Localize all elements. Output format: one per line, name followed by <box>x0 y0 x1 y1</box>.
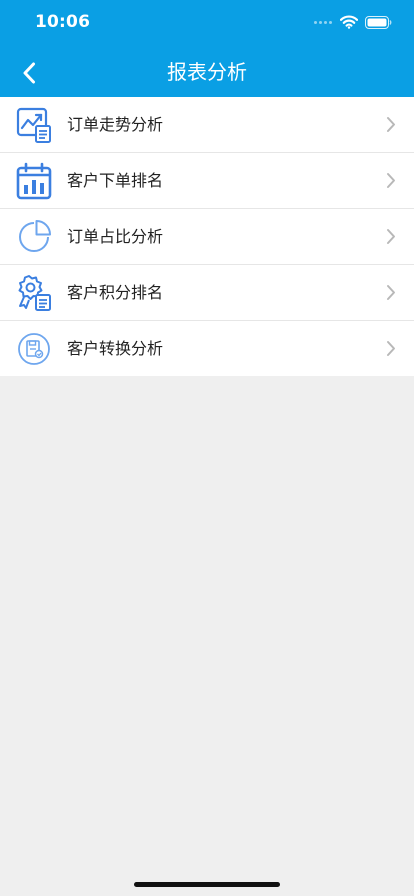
menu-item-customer-conversion[interactable]: 客户转换分析 <box>0 321 414 376</box>
menu-item-label: 客户下单排名 <box>67 171 164 190</box>
menu-item-customer-points-rank[interactable]: 客户积分排名 <box>0 265 414 321</box>
chevron-right-icon <box>387 229 395 244</box>
wifi-icon <box>340 15 358 29</box>
trend-chart-icon <box>16 107 51 143</box>
chevron-right-icon <box>387 173 395 188</box>
chevron-right-icon <box>387 341 395 356</box>
menu-item-label: 客户转换分析 <box>67 339 164 358</box>
page-title: 报表分析 <box>167 60 247 84</box>
chevron-right-icon <box>387 117 395 132</box>
conversion-icon <box>18 333 50 365</box>
home-indicator[interactable] <box>134 882 280 887</box>
chevron-right-icon <box>387 285 395 300</box>
pie-chart-icon <box>19 220 51 252</box>
badge-document-icon <box>18 275 51 311</box>
app-header: 10:06 报表分析 <box>0 0 414 97</box>
menu-item-order-trend[interactable]: 订单走势分析 <box>0 97 414 153</box>
menu-item-customer-order-rank[interactable]: 客户下单排名 <box>0 153 414 209</box>
menu-item-label: 订单走势分析 <box>67 115 164 134</box>
status-icons <box>314 13 392 31</box>
battery-icon <box>365 15 392 29</box>
menu-item-order-ratio[interactable]: 订单占比分析 <box>0 209 414 265</box>
menu-item-label: 客户积分排名 <box>67 283 164 302</box>
report-menu-list: 订单走势分析 客户下单排名 订单占比分析 客户积分排名 客户转换分析 <box>0 97 414 376</box>
menu-item-label: 订单占比分析 <box>67 227 164 246</box>
signal-icon <box>314 20 332 24</box>
status-time: 10:06 <box>35 12 91 32</box>
bar-calendar-icon <box>16 162 52 200</box>
